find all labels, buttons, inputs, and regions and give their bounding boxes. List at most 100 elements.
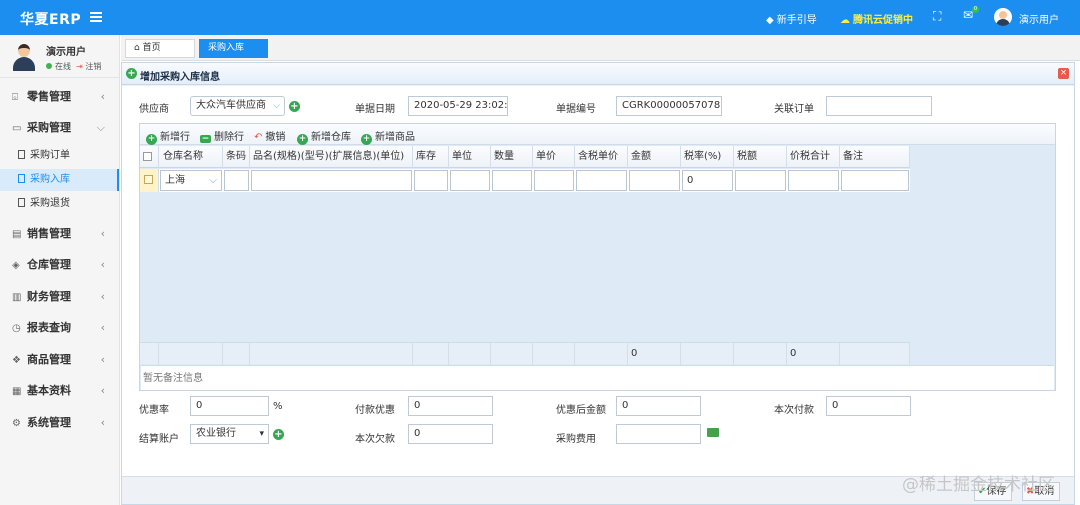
- cloud-icon: ☁: [840, 15, 850, 26]
- column-header: 单位: [449, 146, 491, 168]
- guide-link[interactable]: ◆ 新手引导: [766, 11, 817, 26]
- add-warehouse-button[interactable]: + 新增仓库: [297, 128, 351, 145]
- document-icon: [18, 198, 25, 207]
- chevron-left-icon: ‹: [100, 227, 105, 240]
- sidebar-item-5[interactable]: ▥ 财务管理 ‹: [0, 286, 119, 308]
- column-header: 金额: [628, 146, 681, 168]
- sidebar-item-label: 基本资料: [27, 384, 71, 397]
- panel-close-icon[interactable]: ×: [1058, 68, 1069, 79]
- sidebar-item-6[interactable]: ◷ 报表查询 ‹: [0, 317, 119, 339]
- table-cell-input[interactable]: [224, 170, 249, 191]
- sidebar-item-3[interactable]: ▤ 销售管理 ‹: [0, 223, 119, 245]
- caret-down-icon: ▾: [259, 429, 264, 439]
- add-row-button[interactable]: + 新增行: [146, 128, 190, 145]
- table-cell-input[interactable]: [576, 170, 627, 191]
- table-cell-input[interactable]: [450, 170, 490, 191]
- sidebar-item-2[interactable]: ▭ 采购管理 ⌵: [0, 117, 119, 139]
- table-cell-input[interactable]: [788, 170, 839, 191]
- tab-home[interactable]: ⌂ 首页: [125, 39, 195, 58]
- footer-cell: [160, 343, 223, 365]
- linked-order-field[interactable]: [826, 96, 932, 116]
- footer-cell: [533, 343, 575, 365]
- layers-icon: ◈: [12, 260, 20, 271]
- sidebar-item-9[interactable]: ⚙ 系统管理 ‹: [0, 412, 119, 434]
- this-debt-field[interactable]: 0: [408, 424, 493, 444]
- add-account-button[interactable]: +: [273, 429, 284, 440]
- logout-icon: ⇥: [76, 62, 83, 71]
- column-header: 备注: [840, 146, 910, 168]
- chevron-left-icon: ‹: [100, 353, 105, 366]
- table-cell-input[interactable]: [492, 170, 532, 191]
- sidebar-item-4[interactable]: ◈ 仓库管理 ‹: [0, 254, 119, 276]
- table-cell-input[interactable]: 0: [682, 170, 733, 191]
- column-header: 税率(%): [681, 146, 734, 168]
- sidebar-item-label: 仓库管理: [27, 258, 71, 271]
- sidebar-subitem-2[interactable]: 采购入库: [0, 169, 119, 191]
- settlement-account-select[interactable]: 农业银行 ▾: [190, 424, 269, 444]
- user-avatar-large: [12, 43, 36, 71]
- table-cell-input[interactable]: [735, 170, 786, 191]
- top-navbar: 华夏ERP ◆ 新手引导 ☁ 腾讯云促销中 ⛶ ✉ 0 演示用户: [0, 0, 1080, 35]
- column-header: 价税合计: [787, 146, 840, 168]
- supplier-select[interactable]: 大众汽车供应商 ⌵: [190, 96, 285, 116]
- table-cell-input[interactable]: [414, 170, 448, 191]
- document-number-field[interactable]: CGRK00000057078: [616, 96, 722, 116]
- plus-icon: +: [146, 134, 157, 145]
- table-cell-input[interactable]: [629, 170, 680, 191]
- sidebar-item-1[interactable]: ⌺ 零售管理 ‹: [0, 86, 119, 108]
- sidebar-item-7[interactable]: ❖ 商品管理 ‹: [0, 349, 119, 371]
- footer-cell: 0: [628, 343, 681, 365]
- after-discount-field[interactable]: 0: [616, 396, 701, 416]
- add-supplier-button[interactable]: +: [289, 101, 300, 112]
- warehouse-select[interactable]: 上海 ⌵: [160, 170, 222, 191]
- remark-textarea[interactable]: 暂无备注信息: [141, 365, 1054, 390]
- column-header: 品名(规格)(型号)(扩展信息)(单位): [250, 146, 413, 168]
- table-cell-input[interactable]: [534, 170, 574, 191]
- book-icon: ▥: [12, 292, 22, 303]
- chevron-left-icon: ‹: [100, 290, 105, 303]
- panel-header: + 增加采购入库信息 ×: [122, 63, 1074, 85]
- sidebar-subitem-1[interactable]: 采购订单: [0, 145, 119, 167]
- top-user-name[interactable]: 演示用户: [1019, 11, 1059, 26]
- footer-cell: [575, 343, 628, 365]
- sidebar-item-label: 零售管理: [27, 90, 71, 103]
- row-checkbox[interactable]: [140, 169, 159, 192]
- footer-cell: [734, 343, 787, 365]
- sidebar-item-8[interactable]: ▦ 基本资料 ‹: [0, 380, 119, 402]
- add-product-button[interactable]: + 新增商品: [361, 128, 415, 145]
- tabs-bar: ⌂ 首页 采购入库×: [121, 35, 1080, 70]
- user-status: 在线 ⇥ 注销: [46, 61, 101, 72]
- footer-cell: 0: [787, 343, 840, 365]
- discount-rate-field[interactable]: 0: [190, 396, 269, 416]
- app-brand[interactable]: 华夏ERP: [20, 9, 81, 29]
- inbound-form: 供应商 大众汽车供应商⌵ + 单据日期 2020-05-29 23:02:30 …: [122, 86, 1074, 476]
- purchase-fee-field[interactable]: [616, 424, 701, 444]
- folder-icon[interactable]: [707, 428, 719, 437]
- tab-purchase-inbound[interactable]: 采购入库×: [199, 39, 268, 70]
- fullscreen-icon[interactable]: ⛶: [933, 9, 941, 24]
- table-cell-input[interactable]: [251, 170, 412, 191]
- logout-link[interactable]: 注销: [85, 62, 101, 71]
- delete-row-button[interactable]: − 删除行: [200, 128, 244, 144]
- online-dot-icon: [46, 63, 52, 69]
- plus-icon: +: [361, 134, 372, 145]
- user-avatar[interactable]: [994, 8, 1012, 26]
- column-header: 含税单价: [575, 146, 628, 168]
- undo-icon: ↶: [254, 132, 263, 143]
- mail-badge: 0: [972, 6, 979, 13]
- select-all-checkbox[interactable]: [140, 146, 159, 168]
- linked-order-label: 关联订单: [774, 104, 814, 115]
- items-grid: + 新增行 − 删除行 ↶ 撤销 + 新增仓库 + 新增商品 仓库名称 条码 品名(规格)(型…: [139, 123, 1056, 391]
- menu-toggle-icon[interactable]: [90, 12, 102, 22]
- sidebar-subitem-3[interactable]: 采购退货: [0, 193, 119, 215]
- after-discount-label: 优惠后金额: [556, 405, 606, 416]
- date-field[interactable]: 2020-05-29 23:02:30: [408, 96, 508, 116]
- sidebar-subitem-label: 采购入库: [30, 174, 70, 185]
- promo-link[interactable]: ☁ 腾讯云促销中: [840, 11, 913, 26]
- table-cell-input[interactable]: [841, 170, 909, 191]
- undo-button[interactable]: ↶ 撤销: [254, 128, 285, 143]
- this-payment-field[interactable]: 0: [826, 396, 911, 416]
- column-header: 条码: [223, 146, 250, 168]
- payment-discount-field[interactable]: 0: [408, 396, 493, 416]
- sidebar-item-label: 财务管理: [27, 290, 71, 303]
